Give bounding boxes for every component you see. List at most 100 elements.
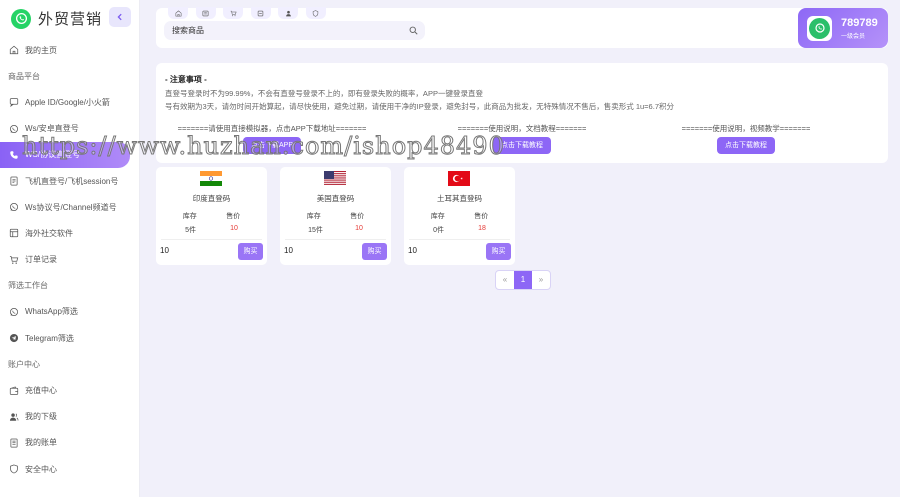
price-label: 售价 <box>474 213 489 220</box>
whatsapp-icon <box>814 23 825 33</box>
price-label: 售价 <box>226 213 241 220</box>
shortcut-home[interactable] <box>168 7 188 19</box>
username: 789789 <box>841 16 878 29</box>
sidebar-item-label: 订单记录 <box>25 255 57 265</box>
app-logo[interactable]: 外贸营销 <box>11 8 102 29</box>
shortcut-product[interactable] <box>195 7 216 19</box>
next-page-button[interactable]: » <box>532 271 550 289</box>
sidebar: 外贸营销 我的主页 商品平台 Apple ID/Google/小火箭 Ws/安卓直登号… <box>0 0 140 497</box>
notice-title: - 注意事项 - <box>165 75 207 84</box>
sidebar-item[interactable]: 我的主页 <box>0 37 140 63</box>
grid-icon <box>9 229 19 238</box>
sidebar-item-label: WhatsApp筛选 <box>25 307 78 317</box>
search-input[interactable] <box>172 26 392 35</box>
sidebar-item[interactable]: 海外社交软件 <box>0 220 140 246</box>
sidebar-item-label: 我的账单 <box>25 438 57 448</box>
price-value: 10 <box>230 225 238 232</box>
shield-icon <box>312 9 319 17</box>
quantity-field[interactable]: 10 <box>408 246 417 255</box>
sidebar-item[interactable]: 充值中心 <box>0 377 140 403</box>
message-icon <box>9 98 19 108</box>
prev-page-button[interactable]: « <box>496 271 514 289</box>
sidebar-item[interactable]: 飞机直登号/飞机session号 <box>0 168 140 194</box>
sidebar-item[interactable]: WhatsApp筛选 <box>0 299 140 325</box>
divider <box>285 239 386 240</box>
sidebar-item-label: 充值中心 <box>25 386 57 396</box>
price-value: 10 <box>355 225 363 232</box>
bill-icon <box>10 438 18 448</box>
india-flag-icon <box>200 171 222 186</box>
stock-label: 库存 <box>182 213 197 220</box>
sidebar-item[interactable]: 我的账单 <box>0 430 140 456</box>
top-bar <box>156 7 888 48</box>
wallet-icon <box>9 386 19 395</box>
buy-button[interactable]: 购买 <box>238 243 263 260</box>
sidebar-item-label: 我的主页 <box>25 45 57 55</box>
sidebar-item[interactable]: 订单记录 <box>0 247 140 273</box>
sidebar-item-label: 飞机直登号/飞机session号 <box>25 176 119 186</box>
sidebar-item-label: 我的下级 <box>25 412 57 422</box>
sidebar-item[interactable]: Apple ID/Google/小火箭 <box>0 89 140 115</box>
pagination: « 1 » <box>495 270 551 290</box>
sidebar-item-label: Ws协议号/Channel频道号 <box>25 202 117 212</box>
user-icon <box>285 10 291 16</box>
notice-line: 直登号登录时不为99.99%，不会有直登号登录不上的，即有登录失败的概率，APP… <box>165 89 483 98</box>
usa-flag-icon <box>324 171 346 185</box>
quantity-field[interactable]: 10 <box>160 246 169 255</box>
sidebar-item-label: Telegram筛选 <box>25 333 74 343</box>
sidebar-item-label: 筛选工作台 <box>8 281 48 291</box>
watermark: https://www.huzhan.com/ishop48490 <box>22 132 505 161</box>
product-grid: 印度直登码 库存 售价 5件 10 10 购买 美国直登码 库存 售价 15件 10 10 购买 土耳其直登… <box>156 167 528 265</box>
price-value: 18 <box>478 225 486 232</box>
avatar <box>807 15 832 41</box>
quantity-field[interactable]: 10 <box>284 246 293 255</box>
buy-button[interactable]: 购买 <box>486 243 511 260</box>
sidebar-item-label: 安全中心 <box>25 464 57 474</box>
shortcut-user[interactable] <box>278 7 298 19</box>
users-icon <box>9 413 19 421</box>
sidebar-section-label: 筛选工作台 <box>0 273 140 299</box>
order-icon <box>257 10 264 16</box>
chevron-left-icon <box>117 13 122 21</box>
sidebar-item-label: 账户中心 <box>8 359 40 369</box>
shortcut-bar <box>168 7 333 19</box>
sidebar-item[interactable]: 安全中心 <box>0 456 140 482</box>
cart-icon <box>9 255 19 264</box>
sidebar-item-label: 商品平台 <box>8 71 40 81</box>
search-box[interactable] <box>164 21 425 40</box>
shortcut-shield[interactable] <box>305 7 326 19</box>
stock-value: 0件 <box>433 227 444 234</box>
stock-label: 库存 <box>306 213 321 220</box>
sidebar-item[interactable]: Ws协议号/Channel频道号 <box>0 194 140 220</box>
sidebar-item-label: Apple ID/Google/小火箭 <box>25 97 110 107</box>
document-icon <box>10 176 18 186</box>
shortcut-cart[interactable] <box>223 7 243 19</box>
stock-value: 15件 <box>308 227 323 234</box>
shortcut-order[interactable] <box>250 7 271 19</box>
product-card: 土耳其直登码库存 售价 0件 18 10 购买 <box>404 167 515 265</box>
shield-icon <box>10 464 18 474</box>
sidebar-section-label: 商品平台 <box>0 63 140 89</box>
turkey-flag-icon <box>448 171 470 186</box>
product-name: 土耳其直登码 <box>437 194 482 203</box>
buy-button[interactable]: 购买 <box>362 243 387 260</box>
divider <box>409 239 510 240</box>
product-card: 美国直登码 库存 售价 15件 10 10 购买 <box>280 167 391 265</box>
sidebar-section-label: 账户中心 <box>0 351 140 377</box>
divider <box>161 239 262 240</box>
search-icon[interactable] <box>409 26 418 35</box>
product-card: 印度直登码库存 售价 5件 10 10 购买 <box>156 167 267 265</box>
user-card[interactable]: 789789 一级会员 <box>798 8 888 48</box>
user-level: 一级会员 <box>841 33 866 40</box>
page-button-current[interactable]: 1 <box>514 271 532 289</box>
sidebar-item[interactable]: Telegram筛选 <box>0 325 140 351</box>
cart-icon <box>230 10 236 16</box>
notice-line: 号有效期为3天，请勿时间开始算起，请尽快使用，避免过期，请使用干净的IP登录，避… <box>165 102 674 111</box>
collapse-sidebar-button[interactable] <box>109 7 131 27</box>
whatsapp-icon <box>9 307 19 316</box>
sidebar-item[interactable]: 我的下级 <box>0 404 140 430</box>
stock-value: 5件 <box>185 227 196 234</box>
stock-label: 库存 <box>430 213 445 220</box>
product-name: 印度直登码 <box>192 194 231 203</box>
telegram-icon <box>9 334 19 343</box>
